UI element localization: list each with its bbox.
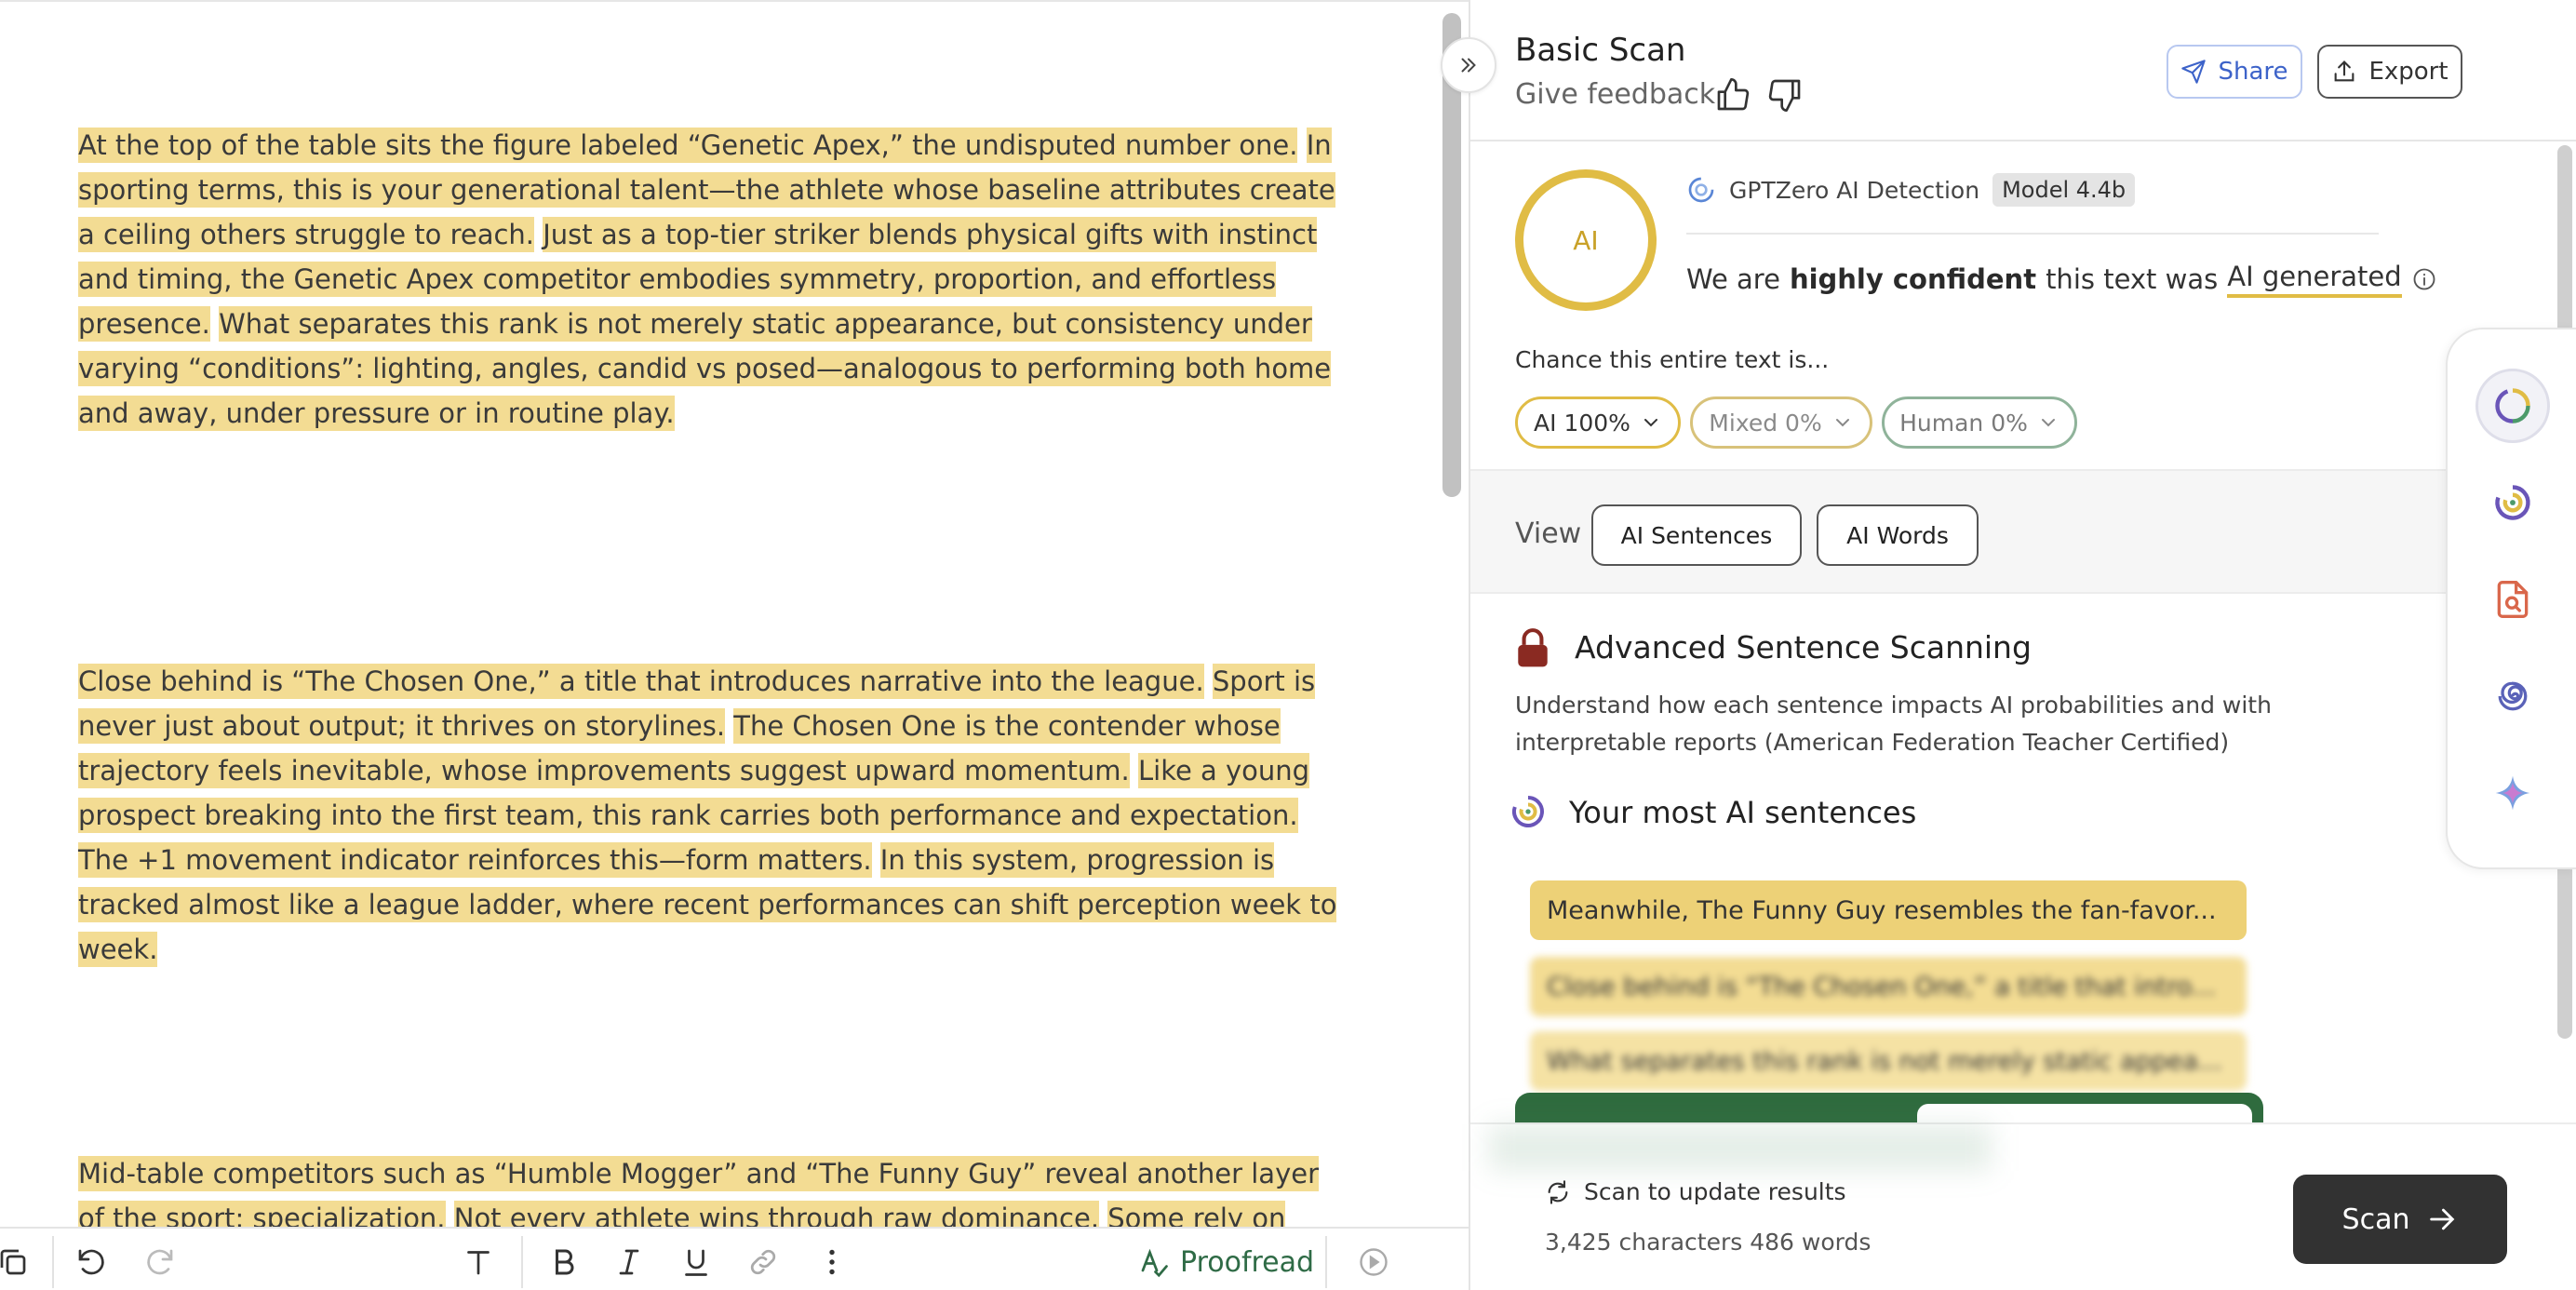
- share-label: Share: [2218, 58, 2288, 86]
- feedback-label: Give feedback: [1515, 78, 1716, 111]
- thumbs-down-icon[interactable]: [1766, 76, 1804, 114]
- proofread-button[interactable]: Proofread: [1137, 1240, 1314, 1284]
- upload-icon: [2335, 60, 2355, 82]
- verdict-middle: this text was: [2046, 263, 2219, 295]
- panel-header: Basic Scan Give feedback Share Export: [1470, 0, 2576, 141]
- rail-scan-button[interactable]: [2475, 369, 2550, 443]
- tool-siderail: [2446, 328, 2576, 869]
- panel-title: Basic Scan: [1515, 32, 1686, 69]
- human-percent-label: Human 0%: [1899, 409, 2028, 437]
- document-editor[interactable]: At the top of the table sits the figure …: [0, 0, 1469, 1290]
- top-ai-sentence[interactable]: Meanwhile, The Funny Guy resembles the f…: [1530, 880, 2247, 940]
- model-badge: Model 4.4b: [1992, 173, 2136, 207]
- ai-score-ring: AI: [1515, 169, 1657, 311]
- detector-name: GPTZero AI Detection: [1729, 176, 1980, 204]
- view-selector: View AI Sentences AI Words: [1470, 469, 2576, 594]
- export-button[interactable]: Export: [2317, 45, 2462, 99]
- chevron-down-icon: [1835, 419, 1849, 427]
- detection-result: AI GPTZero AI Detection Model 4.4b We ar…: [1470, 143, 2576, 469]
- paragraph-3[interactable]: Mid-table competitors such as “Humble Mo…: [78, 1151, 1353, 1227]
- advanced-scanning-section: Advanced Sentence Scanning Understand ho…: [1470, 596, 2576, 1122]
- gptzero-logo-icon: [1512, 796, 1544, 827]
- top-ai-sentence-blurred: What separates this rank is not merely s…: [1530, 1031, 2247, 1091]
- send-icon: [2181, 60, 2207, 84]
- view-ai-words-button[interactable]: AI Words: [1817, 504, 1979, 566]
- scan-label: Scan: [2341, 1203, 2410, 1236]
- toolbar-divider: [1325, 1236, 1327, 1288]
- scan-results-panel: Basic Scan Give feedback Share Export AI…: [1469, 0, 2576, 1290]
- chevron-double-right-icon: [1461, 58, 1476, 73]
- formatting-toolbar: Proofread: [0, 1227, 1469, 1290]
- proofread-icon: [1141, 1248, 1168, 1278]
- update-label: Scan to update results: [1584, 1178, 1846, 1205]
- upgrade-banner-button[interactable]: [1917, 1104, 2252, 1122]
- most-ai-sentences-title: Your most AI sentences: [1569, 795, 1917, 830]
- gptzero-logo-icon: [2495, 485, 2530, 520]
- scan-button[interactable]: Scan: [2293, 1175, 2507, 1264]
- spiral-icon: [2498, 681, 2528, 711]
- ai-percent-label: AI 100%: [1534, 409, 1630, 437]
- rail-plagiarism-button[interactable]: [2475, 562, 2550, 637]
- refresh-icon: [1548, 1179, 1568, 1204]
- copy-icon[interactable]: [0, 1242, 34, 1283]
- verdict-result[interactable]: AI generated: [2227, 261, 2402, 298]
- ring-chart-icon: [2495, 388, 2530, 423]
- mixed-percent-label: Mixed 0%: [1709, 409, 1822, 437]
- highlighted-sentence[interactable]: What separates this rank is not merely s…: [78, 306, 1332, 431]
- info-icon[interactable]: [2411, 266, 2437, 292]
- scan-footer: Scan to update results 3,425 characters …: [1470, 1122, 2576, 1290]
- document-search-icon: [2497, 581, 2529, 618]
- lock-icon: [1518, 628, 1548, 667]
- underline-icon[interactable]: [676, 1242, 717, 1283]
- play-icon[interactable]: [1353, 1242, 1394, 1283]
- highlighted-sentence[interactable]: Close behind is “The Chosen One,” a titl…: [78, 664, 1204, 699]
- view-label: View: [1515, 517, 1582, 550]
- human-percent-dropdown[interactable]: Human 0%: [1882, 396, 2077, 449]
- fade-overlay: [1489, 1124, 1992, 1171]
- highlighted-sentence[interactable]: Not every athlete wins through raw domin…: [453, 1201, 1100, 1227]
- top-ai-sentence-blurred: Close behind is “The Chosen One,” a titl…: [1530, 957, 2247, 1016]
- highlighted-sentence[interactable]: At the top of the table sits the figure …: [78, 128, 1298, 163]
- upgrade-banner[interactable]: [1515, 1093, 2263, 1122]
- paragraph-2[interactable]: Close behind is “The Chosen One,” a titl…: [78, 659, 1353, 972]
- collapse-panel-button[interactable]: [1441, 37, 1496, 93]
- link-icon[interactable]: [743, 1242, 784, 1283]
- bold-icon[interactable]: [543, 1242, 584, 1283]
- verdict-text: We are highly confident this text was AI…: [1686, 261, 2437, 298]
- highlighted-sentence[interactable]: The +1 movement indicator reinforces thi…: [78, 842, 872, 878]
- arrow-right-icon: [2430, 1208, 2455, 1230]
- gptzero-logo-icon: [1688, 177, 1714, 203]
- toolbar-divider: [521, 1236, 523, 1288]
- advanced-title: Advanced Sentence Scanning: [1575, 629, 2032, 665]
- verdict-confidence: highly confident: [1789, 263, 2037, 295]
- toolbar-divider: [52, 1236, 54, 1288]
- mixed-percent-dropdown[interactable]: Mixed 0%: [1690, 396, 1872, 449]
- chevron-down-icon: [1644, 419, 1657, 427]
- rail-ai-assist-button[interactable]: [2475, 756, 2550, 830]
- rail-source-button[interactable]: [2475, 659, 2550, 733]
- italic-icon[interactable]: [609, 1242, 650, 1283]
- rail-gptzero-button[interactable]: [2475, 465, 2550, 540]
- proofread-label: Proofread: [1180, 1245, 1315, 1279]
- text-style-icon[interactable]: [458, 1242, 499, 1283]
- ai-percent-dropdown[interactable]: AI 100%: [1515, 396, 1681, 449]
- redo-icon[interactable]: [140, 1242, 181, 1283]
- share-button[interactable]: Share: [2167, 45, 2302, 99]
- update-notice: Scan to update results: [1545, 1178, 1846, 1205]
- undo-icon[interactable]: [71, 1242, 112, 1283]
- chance-label: Chance this entire text is...: [1515, 346, 1830, 373]
- editor-viewport: At the top of the table sits the figure …: [0, 2, 1441, 1227]
- verdict-prefix: We are: [1686, 263, 1780, 295]
- divider: [1686, 233, 2379, 235]
- thumbs-up-icon[interactable]: [1714, 76, 1751, 114]
- view-ai-sentences-button[interactable]: AI Sentences: [1591, 504, 1802, 566]
- sparkle-icon: [2495, 775, 2530, 811]
- chevron-down-icon: [2041, 419, 2055, 427]
- advanced-description: Understand how each sentence impacts AI …: [1515, 692, 2272, 756]
- detector-row: GPTZero AI Detection Model 4.4b: [1686, 169, 2136, 210]
- more-options-icon[interactable]: [812, 1242, 852, 1283]
- export-label: Export: [2368, 58, 2449, 86]
- paragraph-1[interactable]: At the top of the table sits the figure …: [78, 123, 1353, 436]
- character-word-count: 3,425 characters 486 words: [1545, 1229, 1872, 1256]
